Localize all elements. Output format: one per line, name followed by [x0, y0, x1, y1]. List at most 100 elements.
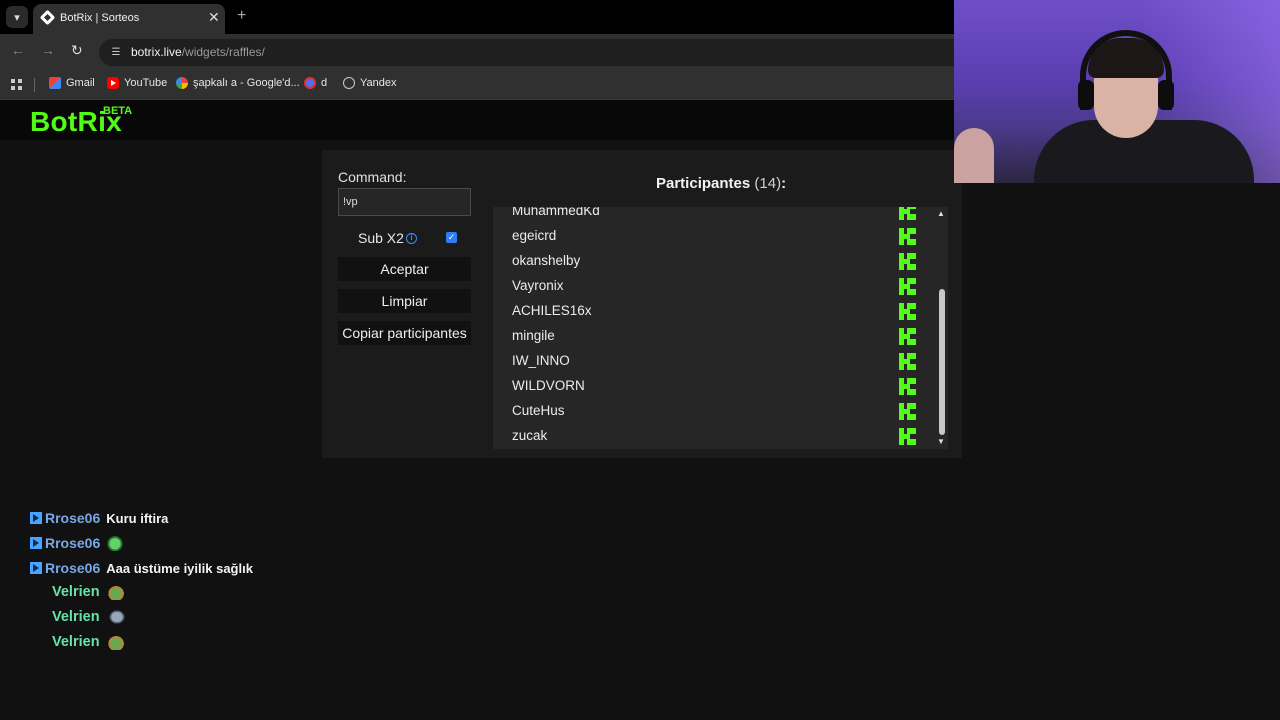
webcam-arm: [954, 128, 994, 183]
bookmark-google-search[interactable]: şapkalı a - Google'd...: [176, 77, 300, 89]
url-path: /widgets/raffles/: [181, 45, 265, 59]
headset-ear-left: [1078, 80, 1094, 110]
beta-badge: BETA: [103, 105, 133, 117]
youtube-icon: [107, 77, 119, 89]
url-text[interactable]: botrix.live/widgets/raffles/: [131, 45, 265, 59]
participants-title: Participantes (14):: [656, 175, 786, 192]
close-tab-icon[interactable]: ✕: [208, 9, 220, 26]
command-input[interactable]: !vp: [338, 188, 471, 216]
kick-logo-icon: [899, 278, 916, 295]
scroll-up-arrow-icon[interactable]: ▲: [937, 209, 945, 218]
bookmark-d[interactable]: d: [304, 77, 327, 89]
info-icon[interactable]: i: [406, 233, 417, 244]
participants-label: Participantes: [656, 175, 751, 192]
botrix-favicon-icon: [39, 9, 56, 26]
clear-button[interactable]: Limpiar: [338, 289, 471, 313]
chat-message: Rrose06 Kuru iftira: [30, 510, 168, 526]
sub-x2-row: Sub X2 i ✓: [338, 228, 471, 248]
sub-x2-label: Sub X2: [358, 230, 404, 246]
kick-logo-icon: [899, 253, 916, 270]
browser-toolbar: ← → ↻ ☰ botrix.live/widgets/raffles/: [0, 34, 969, 70]
chat-text: Kuru iftira: [106, 510, 169, 526]
address-bar[interactable]: ☰ botrix.live/widgets/raffles/: [99, 39, 969, 66]
bookmark-yandex[interactable]: Yandex: [343, 77, 397, 89]
bookmark-label: YouTube: [124, 77, 168, 89]
raffle-panel: Command: !vp Sub X2 i ✓ Aceptar Limpiar …: [322, 150, 962, 458]
participant-row: egeicrd: [493, 224, 933, 249]
boost-badge-icon: [30, 512, 42, 524]
participant-name: MuhammedKd: [512, 207, 600, 218]
reload-icon[interactable]: ↻: [71, 42, 83, 59]
kick-logo-icon: [899, 403, 916, 420]
headset-ear-right: [1158, 80, 1174, 110]
participant-row: MuhammedKd: [493, 207, 933, 224]
participant-row: Vayronix: [493, 274, 933, 299]
chat-username: Rrose06: [45, 510, 101, 526]
kick-logo-icon: [899, 228, 916, 245]
participant-name: zucak: [512, 428, 548, 443]
participant-name: mingile: [512, 328, 555, 343]
kick-logo-icon: [899, 303, 916, 320]
browser-tab-active[interactable]: BotRix | Sorteos ✕: [33, 4, 225, 34]
participant-name: WILDVORN: [512, 378, 585, 393]
bird-emote-icon: [107, 609, 126, 625]
bookmark-gmail[interactable]: Gmail: [49, 77, 95, 89]
browser-tabbar: ▾ BotRix | Sorteos ✕ +: [0, 0, 954, 34]
chat-message: Rrose06 Aaa üstüme iyilik sağlık: [30, 560, 253, 576]
scrollbar-thumb[interactable]: [939, 289, 945, 435]
participants-colon: :: [781, 175, 787, 192]
participant-row: mingile: [493, 324, 933, 349]
bookmark-label: Gmail: [66, 77, 95, 89]
copy-participants-button[interactable]: Copiar participantes: [338, 321, 471, 345]
participant-row: ACHILES16x: [493, 299, 933, 324]
kick-logo-icon: [899, 428, 916, 445]
chat-message: Velrien: [52, 634, 126, 650]
new-tab-plus-icon[interactable]: +: [237, 7, 246, 25]
chat-username: Velrien: [52, 584, 100, 600]
bookmark-label: Yandex: [360, 77, 397, 89]
site-header: BotRix BETA: [0, 100, 954, 140]
chat-username: Velrien: [52, 634, 100, 650]
kick-logo-icon: [899, 353, 916, 370]
page-content: BotRix BETA Command: !vp Sub X2 i ✓ Acep…: [0, 100, 962, 720]
bookmarks-divider: [34, 78, 35, 92]
gmail-icon: [49, 77, 61, 89]
kick-logo-icon: [899, 207, 916, 220]
apps-grid-icon[interactable]: [11, 79, 22, 90]
participant-name: Vayronix: [512, 278, 564, 293]
screen: ▾ BotRix | Sorteos ✕ + ← → ↻ ☰ botrix.li…: [0, 0, 1280, 720]
participant-row: CuteHus: [493, 399, 933, 424]
participant-row: zucak: [493, 424, 933, 449]
bookmark-label: d: [321, 77, 328, 89]
webcam-overlay: [954, 0, 1280, 183]
bookmark-youtube[interactable]: YouTube: [107, 77, 167, 89]
url-host: botrix.live: [131, 45, 182, 59]
accept-button[interactable]: Aceptar: [338, 257, 471, 281]
participant-name: okanshelby: [512, 253, 581, 268]
avatar-icon: [304, 77, 316, 89]
turtle-emote-icon: [107, 584, 126, 600]
kick-logo-icon: [899, 378, 916, 395]
command-label: Command:: [338, 169, 407, 185]
participant-row: WILDVORN: [493, 374, 933, 399]
bookmarks-bar: Gmail YouTube şapkalı a - Google'd... d …: [0, 70, 954, 100]
participants-list[interactable]: MuhammedKd egeicrd okanshelby Vayronix A…: [493, 207, 948, 449]
bookmark-label: şapkalı a - Google'd...: [193, 77, 300, 89]
chat-message: Velrien: [52, 584, 126, 600]
chat-username: Rrose06: [45, 560, 101, 576]
tab-title: BotRix | Sorteos: [60, 12, 140, 24]
tab-search-chevron-icon[interactable]: ▾: [6, 6, 28, 28]
participant-name: egeicrd: [512, 228, 557, 243]
forward-arrow-icon[interactable]: →: [41, 42, 55, 58]
sub-x2-checkbox[interactable]: ✓: [446, 232, 457, 243]
boost-badge-icon: [30, 537, 42, 549]
turtle-emote-icon: [107, 634, 126, 650]
site-info-icon[interactable]: ☰: [109, 45, 123, 59]
scroll-down-arrow-icon[interactable]: ▼: [937, 437, 945, 446]
participant-name: IW_INNO: [512, 353, 570, 368]
participant-name: ACHILES16x: [512, 303, 592, 318]
participant-row: okanshelby: [493, 249, 933, 274]
chat-message: Rrose06: [30, 535, 125, 551]
chat-text: Aaa üstüme iyilik sağlık: [106, 560, 253, 576]
back-arrow-icon[interactable]: ←: [11, 42, 25, 58]
